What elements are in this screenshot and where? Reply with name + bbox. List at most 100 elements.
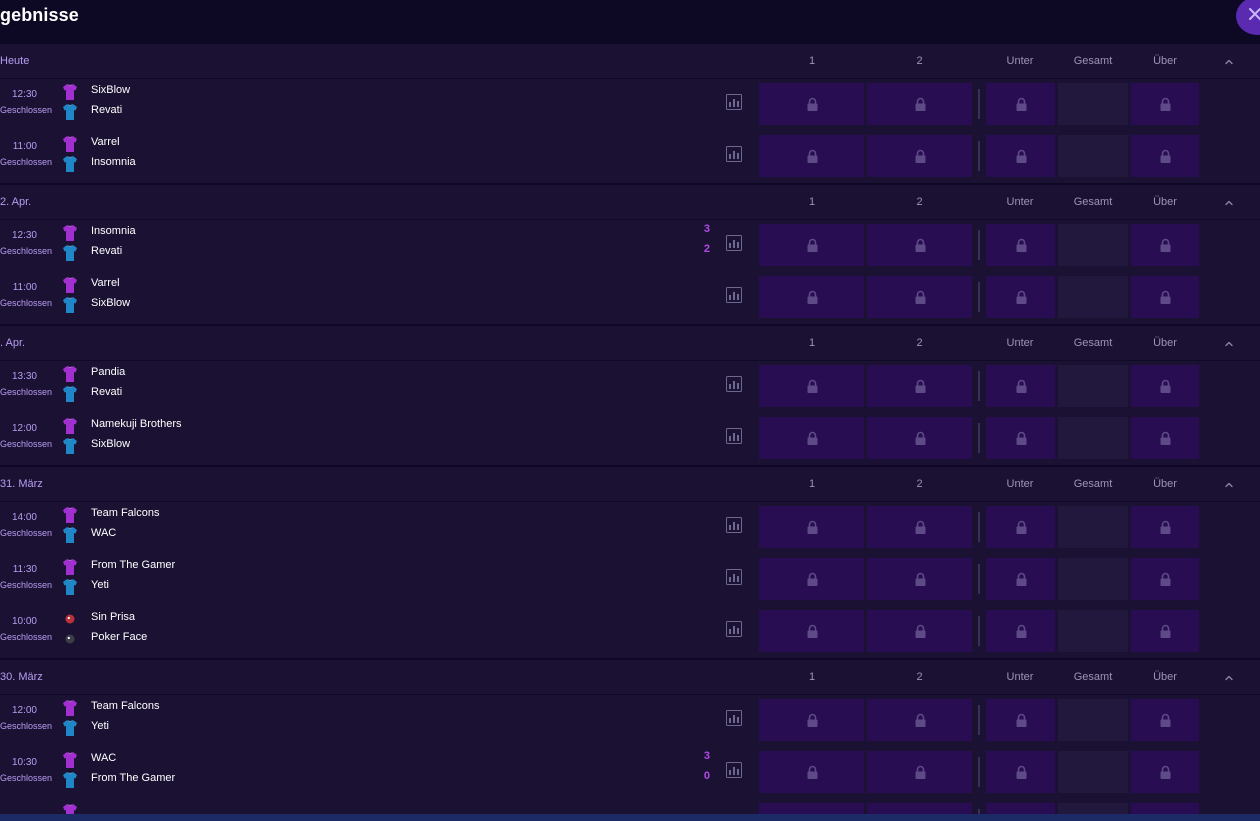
stats-icon[interactable] bbox=[726, 94, 742, 110]
odds-1-cell[interactable] bbox=[759, 751, 864, 793]
home-team-name: Pandia bbox=[91, 366, 126, 378]
match-row[interactable]: 12:30 Geschlossen SixBlow Revati bbox=[0, 79, 1260, 131]
lock-icon bbox=[807, 238, 817, 252]
odds-over-cell[interactable] bbox=[1131, 610, 1199, 652]
chevron-up-icon[interactable] bbox=[1222, 478, 1236, 492]
column-under-label: Unter bbox=[1006, 337, 1034, 349]
odds-over-cell[interactable] bbox=[1131, 83, 1199, 125]
chevron-up-icon[interactable] bbox=[1222, 337, 1236, 351]
odds-over-cell[interactable] bbox=[1131, 699, 1199, 741]
odds-1-cell[interactable] bbox=[759, 135, 864, 177]
odds-1-cell[interactable] bbox=[759, 699, 864, 741]
odds-under-cell[interactable] bbox=[986, 506, 1055, 548]
odds-over-cell[interactable] bbox=[1131, 224, 1199, 266]
odds-1-cell[interactable] bbox=[759, 506, 864, 548]
odds-2-cell[interactable] bbox=[867, 751, 972, 793]
home-jersey-icon bbox=[62, 699, 78, 717]
stats-icon[interactable] bbox=[726, 287, 742, 303]
day-header-2[interactable]: . Apr. 1 2 Unter Gesamt Über bbox=[0, 324, 1260, 361]
odds-under-cell[interactable] bbox=[986, 83, 1055, 125]
match-row[interactable]: 12:30 Geschlossen Insomnia Revati 3 2 bbox=[0, 220, 1260, 272]
odds-2-cell[interactable] bbox=[867, 506, 972, 548]
away-score: 2 bbox=[703, 243, 710, 255]
odds-over-cell[interactable] bbox=[1131, 365, 1199, 407]
match-row[interactable]: 12:00 Geschlossen Namekuji Brothers SixB… bbox=[0, 413, 1260, 465]
close-button[interactable] bbox=[1236, 0, 1260, 35]
match-status: Geschlossen bbox=[0, 246, 53, 256]
odds-over-cell[interactable] bbox=[1131, 276, 1199, 318]
odds-under-cell[interactable] bbox=[986, 610, 1055, 652]
stats-icon[interactable] bbox=[726, 762, 742, 778]
match-row[interactable]: 14:00 Geschlossen Team Falcons WAC bbox=[0, 502, 1260, 554]
odds-over-cell[interactable] bbox=[1131, 558, 1199, 600]
stats-icon[interactable] bbox=[726, 621, 742, 637]
match-status: Geschlossen bbox=[0, 157, 53, 167]
odds-1-cell[interactable] bbox=[759, 276, 864, 318]
chevron-up-icon[interactable] bbox=[1222, 671, 1236, 685]
odds-2-cell[interactable] bbox=[867, 276, 972, 318]
odds-divider bbox=[978, 141, 980, 171]
odds-under-cell[interactable] bbox=[986, 751, 1055, 793]
match-row[interactable]: 11:00 Geschlossen Varrel Insomnia bbox=[0, 131, 1260, 183]
lock-icon bbox=[807, 149, 817, 163]
match-row[interactable]: 11:00 Geschlossen Varrel SixBlow bbox=[0, 272, 1260, 324]
odds-1-cell[interactable] bbox=[759, 224, 864, 266]
match-time: 12:30 bbox=[11, 89, 37, 100]
odds-2-cell[interactable] bbox=[867, 224, 972, 266]
odds-divider bbox=[978, 371, 980, 401]
stats-icon[interactable] bbox=[726, 146, 742, 162]
odds-under-cell[interactable] bbox=[986, 276, 1055, 318]
away-jersey-icon bbox=[62, 437, 78, 455]
stats-icon[interactable] bbox=[726, 376, 742, 392]
odds-under-cell[interactable] bbox=[986, 699, 1055, 741]
odds-1-cell[interactable] bbox=[759, 83, 864, 125]
odds-under-cell[interactable] bbox=[986, 135, 1055, 177]
odds-over-cell[interactable] bbox=[1131, 135, 1199, 177]
lock-icon bbox=[1160, 97, 1171, 111]
match-row[interactable]: 11:30 Geschlossen From The Gamer Yeti bbox=[0, 554, 1260, 606]
home-jersey-icon bbox=[62, 506, 78, 524]
stats-icon[interactable] bbox=[726, 428, 742, 444]
odds-1-cell[interactable] bbox=[759, 417, 864, 459]
lock-icon bbox=[915, 431, 925, 445]
odds-under-cell[interactable] bbox=[986, 365, 1055, 407]
odds-1-cell[interactable] bbox=[759, 610, 864, 652]
home-team-name: Team Falcons bbox=[91, 507, 160, 519]
odds-divider bbox=[978, 705, 980, 735]
odds-1-cell[interactable] bbox=[759, 365, 864, 407]
odds-under-cell[interactable] bbox=[986, 417, 1055, 459]
match-row[interactable]: 10:00 Geschlossen Sin Prisa Poker Face bbox=[0, 606, 1260, 658]
match-row[interactable]: 12:00 Geschlossen Team Falcons Yeti bbox=[0, 695, 1260, 747]
odds-2-cell[interactable] bbox=[867, 135, 972, 177]
odds-1-cell[interactable] bbox=[759, 558, 864, 600]
stats-icon[interactable] bbox=[726, 235, 742, 251]
odds-divider bbox=[978, 423, 980, 453]
day-header-4[interactable]: 30. März 1 2 Unter Gesamt Über bbox=[0, 658, 1260, 695]
stats-icon[interactable] bbox=[726, 569, 742, 585]
odds-2-cell[interactable] bbox=[867, 365, 972, 407]
day-header-3[interactable]: 31. März 1 2 Unter Gesamt Über bbox=[0, 465, 1260, 502]
odds-over-cell[interactable] bbox=[1131, 751, 1199, 793]
day-header-0[interactable]: Heute 1 2 Unter Gesamt Über bbox=[0, 42, 1260, 79]
odds-2-cell[interactable] bbox=[867, 699, 972, 741]
match-row[interactable]: 10:30 Geschlossen WAC From The Gamer 3 0 bbox=[0, 747, 1260, 799]
day-header-1[interactable]: 2. Apr. 1 2 Unter Gesamt Über bbox=[0, 183, 1260, 220]
odds-2-cell[interactable] bbox=[867, 83, 972, 125]
odds-2-cell[interactable] bbox=[867, 610, 972, 652]
stats-icon[interactable] bbox=[726, 710, 742, 726]
page-title: gebnisse bbox=[0, 5, 79, 25]
odds-divider bbox=[978, 89, 980, 119]
match-row[interactable]: 13:30 Geschlossen Pandia Revati bbox=[0, 361, 1260, 413]
chevron-up-icon[interactable] bbox=[1222, 55, 1236, 69]
odds-over-cell[interactable] bbox=[1131, 506, 1199, 548]
odds-under-cell[interactable] bbox=[986, 224, 1055, 266]
odds-under-cell[interactable] bbox=[986, 558, 1055, 600]
column-over-label: Über bbox=[1153, 671, 1177, 683]
bottom-strip bbox=[0, 814, 1260, 821]
chevron-up-icon[interactable] bbox=[1222, 196, 1236, 210]
stats-icon[interactable] bbox=[726, 517, 742, 533]
odds-2-cell[interactable] bbox=[867, 417, 972, 459]
odds-over-cell[interactable] bbox=[1131, 417, 1199, 459]
away-team-name: Revati bbox=[91, 104, 123, 116]
odds-2-cell[interactable] bbox=[867, 558, 972, 600]
